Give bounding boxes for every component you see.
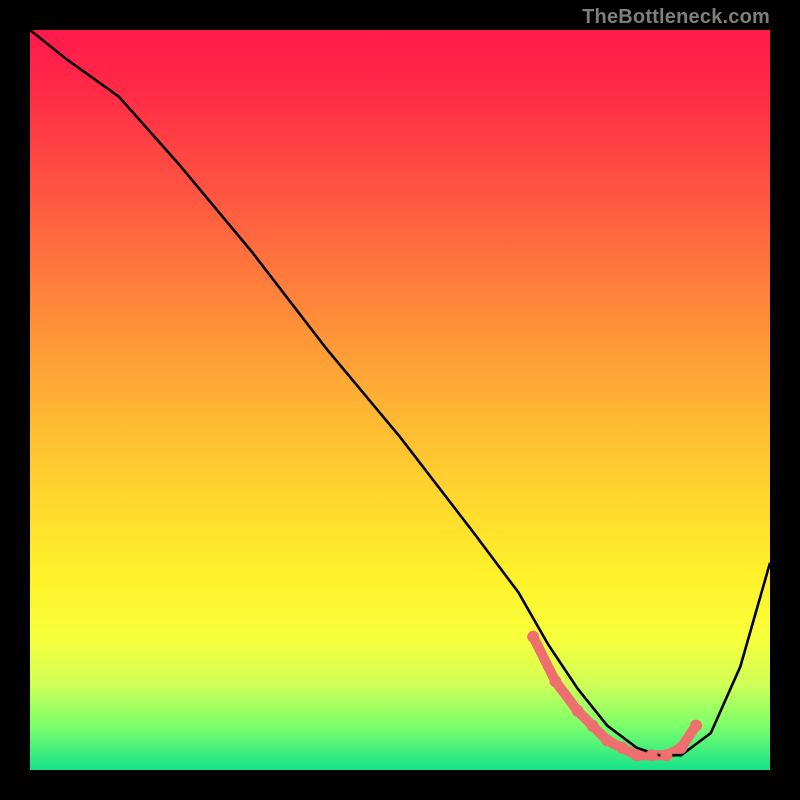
plot-area xyxy=(30,30,770,770)
highlight-marker-dot xyxy=(586,720,598,732)
highlight-marker-dot xyxy=(690,720,702,732)
highlight-marker-dot xyxy=(646,749,658,761)
highlight-marker-dot xyxy=(572,705,584,717)
highlight-marker-dot xyxy=(616,742,628,754)
attribution-label: TheBottleneck.com xyxy=(582,6,770,29)
highlight-marker-dot xyxy=(601,734,613,746)
chart-stage: TheBottleneck.com xyxy=(0,0,800,800)
highlight-flat-segment xyxy=(533,637,696,755)
curve-layer xyxy=(30,30,770,770)
highlight-marker-dot xyxy=(631,749,643,761)
highlight-marker-dot xyxy=(675,742,687,754)
bottleneck-curve xyxy=(30,30,770,755)
highlight-marker-dot xyxy=(660,749,672,761)
highlight-marker-dot xyxy=(549,675,561,687)
highlight-marker-dot xyxy=(527,631,539,643)
